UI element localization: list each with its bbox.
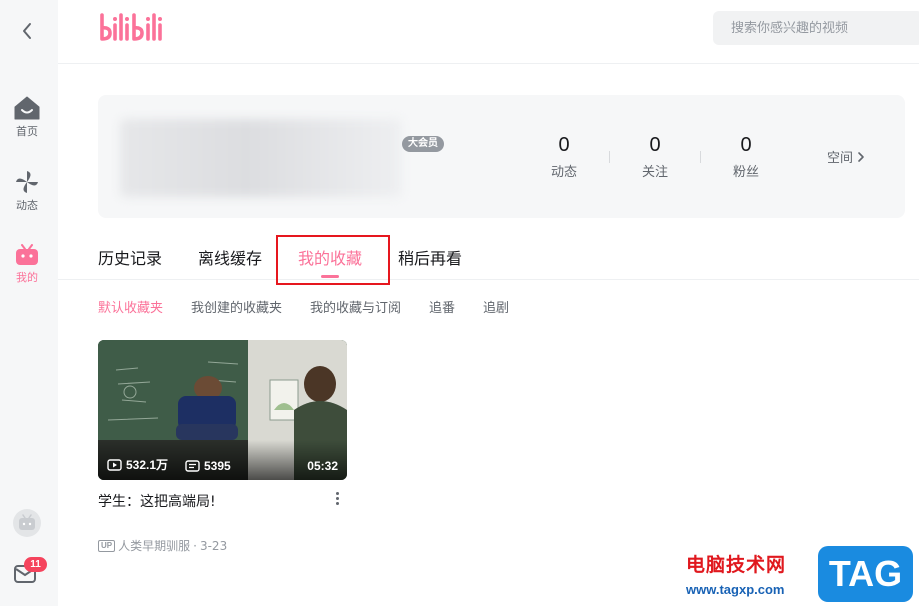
watermark-text: 电脑技术网 [686, 554, 787, 576]
up-icon: UP [98, 539, 116, 552]
sidebar-item-mine[interactable]: 我的 [0, 244, 54, 285]
top-bar [58, 0, 919, 64]
highlight-box [276, 235, 390, 285]
more-dot [335, 491, 339, 495]
watermark-tag: TAG [818, 546, 913, 602]
stat-divider [700, 151, 701, 163]
subtab-drama[interactable]: 追剧 [483, 297, 509, 316]
stat-label: 关注 [641, 165, 668, 180]
subtab-subscriptions[interactable]: 我的收藏与订阅 [310, 297, 401, 316]
stat-label: 动态 [550, 165, 577, 180]
stat-dynamics[interactable]: 0 动态 [534, 133, 594, 180]
bilibili-logo[interactable] [98, 9, 170, 47]
default-avatar-icon [19, 514, 35, 530]
subtab-default-folder[interactable]: 默认收藏夹 [98, 297, 163, 316]
avatar[interactable] [13, 509, 41, 537]
stat-followers[interactable]: 0 粉丝 [716, 133, 776, 180]
meta-separator: · [193, 538, 197, 553]
uploader-line[interactable]: UP 人类早期驯服 · 3-23 [98, 537, 227, 554]
video-duration: 05:32 [307, 459, 338, 473]
sidebar-item-label: 首页 [16, 125, 38, 138]
more-dot [335, 501, 339, 505]
sidebar-item-dynamic[interactable]: 动态 [0, 170, 54, 213]
more-dot [335, 496, 339, 500]
mail-badge: 11 [24, 557, 47, 572]
play-count-icon [107, 458, 122, 471]
subtab-created-folders[interactable]: 我创建的收藏夹 [191, 297, 282, 316]
sidebar: 首页 动态 我的 11 [0, 0, 58, 606]
more-options-button[interactable] [330, 488, 344, 508]
stat-value: 0 [649, 134, 661, 156]
video-thumbnail[interactable]: 532.1万 5395 05:32 [98, 340, 347, 480]
tab-watch-later[interactable]: 稍后再看 [398, 245, 462, 269]
profile-card: 大会员 0 动态 0 关注 0 粉丝 空间 [98, 95, 905, 218]
subtab-anime[interactable]: 追番 [429, 297, 455, 316]
blurred-user-info [120, 119, 402, 197]
home-icon [14, 96, 40, 120]
video-title[interactable]: 学生：这把高端局! [98, 491, 216, 511]
stat-value: 0 [740, 134, 752, 156]
watermark-url: www.tagxp.com [686, 582, 785, 597]
stat-label: 粉丝 [732, 165, 759, 180]
stat-divider [609, 151, 610, 163]
main-tabs: 历史记录 离线缓存 我的收藏 稍后再看 [58, 235, 919, 285]
danmaku-count: 5395 [185, 459, 231, 473]
vip-badge: 大会员 [402, 136, 444, 152]
sidebar-item-label: 我的 [16, 271, 38, 284]
upload-date: 3-23 [199, 538, 228, 553]
danmaku-icon [185, 460, 200, 472]
view-count-text: 532.1万 [126, 458, 169, 472]
tv-mascot-icon [16, 244, 38, 265]
space-link[interactable]: 空间 [827, 147, 865, 166]
tab-history[interactable]: 历史记录 [98, 245, 162, 269]
search-input[interactable] [713, 11, 919, 45]
stat-value: 0 [558, 134, 570, 156]
chevron-right-icon [858, 151, 864, 162]
tab-offline-cache[interactable]: 离线缓存 [198, 245, 262, 269]
sidebar-item-label: 动态 [16, 199, 38, 212]
uploader-name: 人类早期驯服 [118, 539, 191, 553]
chevron-left-icon [23, 23, 31, 39]
space-label: 空间 [827, 151, 854, 166]
stat-following[interactable]: 0 关注 [625, 133, 685, 180]
view-count: 532.1万 [107, 456, 168, 473]
back-button[interactable] [15, 18, 39, 44]
danmaku-count-text: 5395 [204, 459, 231, 473]
sidebar-item-home[interactable]: 首页 [0, 96, 54, 139]
pinwheel-icon [16, 171, 38, 193]
